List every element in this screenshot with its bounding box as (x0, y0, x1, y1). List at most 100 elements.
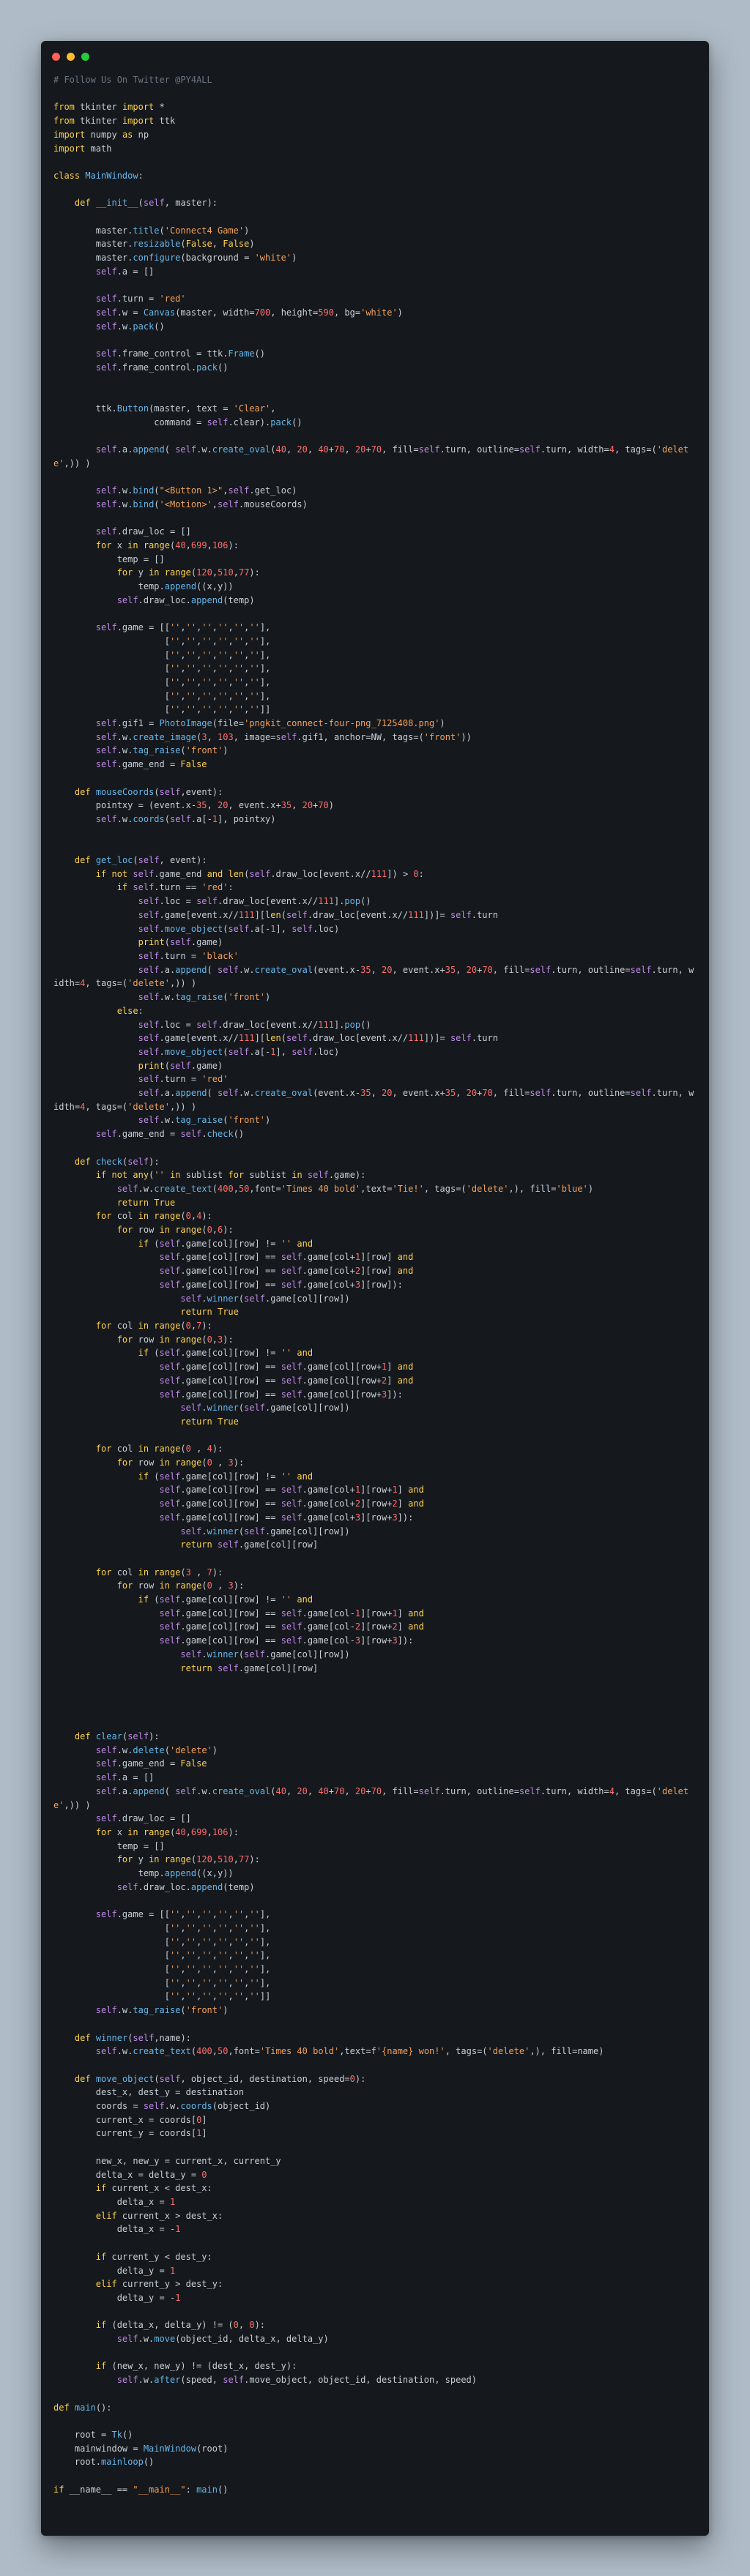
code-line: command = self.clear).pack() (53, 417, 302, 428)
code-line: import numpy as np (53, 129, 149, 140)
code-line: return True (180, 1416, 239, 1427)
code-line: self.w = Canvas(master, width=700, heigh… (95, 307, 403, 318)
code-line: def get_loc(self, event): (74, 855, 207, 866)
code-line: ​ (53, 2414, 697, 2428)
code-line: ​ (53, 374, 697, 388)
code-line: self.game = [['','','','','',''], (95, 622, 271, 633)
code-line: self.game = [['','','','','',''], (95, 1909, 271, 1920)
code-line: def move_object(self, object_id, destina… (74, 2073, 366, 2084)
code-line: ['','','','','',''], (53, 649, 271, 660)
close-dot-icon[interactable] (52, 53, 60, 61)
code-line: self.w.coords(self.a[-1], pointxy) (95, 813, 276, 824)
code-line: ​ (53, 388, 697, 402)
code-line: ['','','','','',''], (53, 1977, 271, 1988)
code-line: self.w.bind('<Motion>',self.mouseCoords) (95, 499, 308, 509)
code-line: ​ (53, 1552, 697, 1566)
code-line: self.w.bind("<Button 1>",self.get_loc) (95, 485, 297, 496)
code-line: if self.turn == 'red': (116, 882, 234, 893)
code-window: # Follow Us On Twitter @PY4ALL​from tkin… (41, 41, 709, 2536)
code-line: self.frame_control.pack() (95, 362, 229, 373)
code-line: for row in range(0 , 3): (116, 1457, 245, 1468)
code-line: self.game[event.x//111][len(self.draw_lo… (138, 909, 498, 920)
code-line: self.game[col][row] == self.game[col-1][… (159, 1608, 424, 1619)
code-line: elif current_y > dest_y: (95, 2279, 223, 2290)
code-line: current_x = coords[0] (53, 2114, 207, 2125)
code-line: delta_x = -1 (53, 2224, 181, 2235)
code-line: if current_x < dest_x: (95, 2183, 212, 2194)
code-line: for x in range(40,699,106): (95, 1827, 239, 1837)
minimize-dot-icon[interactable] (67, 53, 75, 61)
code-line: self.game[col][row] == self.game[col][ro… (159, 1362, 414, 1373)
code-line: else: (116, 1005, 144, 1016)
code-line: return True (116, 1197, 176, 1208)
code-line: for row in range(0,6): (116, 1225, 234, 1236)
code-line: ['','','','','','']] (53, 1991, 271, 2002)
code-line: ​ (53, 607, 697, 621)
code-line: ​ (53, 1675, 697, 1689)
code-line: self.game_end = self.check() (95, 1129, 245, 1140)
code-line: if (self.game[col][row] != '' and (138, 1471, 313, 1482)
code-line: ​ (53, 1716, 697, 1730)
code-line: self.game[col][row] == self.game[col-2][… (159, 1621, 424, 1632)
code-line: self.w.tag_raise('front') (95, 745, 229, 756)
code-line: self.w.tag_raise('front') (138, 992, 271, 1003)
code-line: self.frame_control = ttk.Frame() (95, 348, 265, 359)
code-line: if (new_x, new_y) != (dest_x, dest_y): (95, 2361, 297, 2372)
code-line: self.draw_loc = [] (95, 526, 191, 537)
code-line: self.game[col][row] == self.game[col][ro… (159, 1389, 403, 1400)
code-line: if (self.game[col][row] != '' and (138, 1348, 313, 1359)
code-line: ​ (53, 2346, 697, 2360)
code-line: coords = self.w.coords(object_id) (53, 2101, 271, 2112)
code-line: ​ (53, 87, 697, 101)
code-line: ['','','','','',''], (53, 1950, 271, 1961)
code-line: ['','','','','',''], (53, 676, 271, 687)
code-line: ​ (53, 1429, 697, 1443)
code-line: self.w.create_text(400,50,font='Times 40… (116, 1183, 594, 1194)
code-line: current_y = coords[1] (53, 2128, 207, 2139)
maximize-dot-icon[interactable] (81, 53, 89, 61)
code-line: def winner(self,name): (74, 2032, 191, 2043)
code-line: self.game[col][row] == self.game[col+1][… (159, 1485, 424, 1496)
code-line: self.a = [] (95, 266, 155, 277)
code-line: ['','','','','',''], (53, 1964, 271, 1975)
code-line: ​ (53, 279, 697, 293)
code-line: return self.game[col][row] (180, 1662, 319, 1673)
code-line: self.w.create_image(3, 103, image=self.g… (95, 731, 472, 742)
code-line: ​ (53, 826, 697, 840)
code-line: ​ (53, 2140, 697, 2154)
code-line: self.game[col][row] == self.game[col-3][… (159, 1635, 414, 1646)
code-line: return self.game[col][row] (180, 1539, 319, 1550)
code-line: ​ (53, 183, 697, 197)
code-line: ​ (53, 1689, 697, 1703)
code-line: temp.append((x,y)) (53, 581, 234, 592)
code-line: def check(self): (74, 1156, 160, 1167)
code-line: self.loc = self.draw_loc[event.x//111].p… (138, 1019, 371, 1030)
code-line: root.mainloop() (53, 2457, 155, 2468)
code-line: import math (53, 143, 112, 154)
code-line: self.turn = 'black' (138, 951, 239, 961)
code-line: self.winner(self.game[col][row]) (180, 1526, 350, 1537)
code-line: for col in range(0,7): (95, 1320, 212, 1331)
code-line: self.w.after(speed, self.move_object, ob… (116, 2375, 478, 2386)
code-line: ​ (53, 1894, 697, 1908)
code-line: self.gif1 = PhotoImage(file='pngkit_conn… (95, 718, 445, 729)
code-line: self.draw_loc.append(temp) (116, 594, 255, 605)
code-line: delta_y = -1 (53, 2292, 181, 2303)
code-line: if not self.game_end and len(self.draw_l… (95, 868, 424, 879)
code-line: self.game[col][row] == self.game[col+2][… (159, 1498, 424, 1509)
code-line: root = Tk() (53, 2429, 133, 2440)
code-line: ​ (53, 2017, 697, 2031)
code-line: master.configure(background = 'white') (53, 253, 297, 264)
code-line: if (self.game[col][row] != '' and (138, 1238, 313, 1249)
code-line: self.a.append( self.w.create_oval(40, 20… (53, 444, 689, 468)
code-line: temp = [] (53, 553, 165, 564)
code-line: from tkinter import ttk (53, 116, 176, 127)
code-line: ​ (53, 1703, 697, 1717)
code-line: for row in range(0 , 3): (116, 1580, 245, 1591)
window-titlebar (41, 41, 709, 73)
code-line: self.w.delete('delete') (95, 1744, 218, 1755)
code-line: self.game_end = False (95, 1758, 207, 1769)
code-line: for col in range(3 , 7): (95, 1567, 223, 1578)
code-line: ['','','','','','']] (53, 704, 271, 715)
code-line: self.turn = 'red' (138, 1074, 229, 1085)
